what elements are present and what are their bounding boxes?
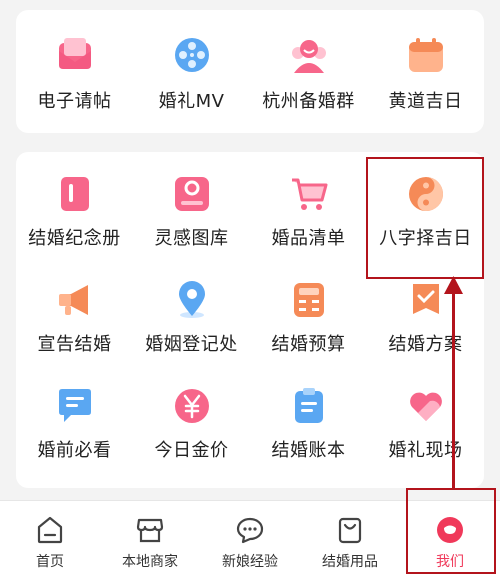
tool-label: 结婚纪念册 xyxy=(28,228,121,249)
nav-wedding-supplies[interactable]: 结婚用品 xyxy=(300,501,400,574)
annotation-arrowhead xyxy=(444,276,463,294)
highlight-box-bazi xyxy=(366,157,484,279)
nav-local-merchants[interactable]: 本地商家 xyxy=(100,501,200,574)
heart-icon xyxy=(406,386,446,426)
shortcut-wedding-mv[interactable]: 婚礼MV xyxy=(133,35,250,125)
calculator-icon xyxy=(289,280,329,320)
nav-home[interactable]: 首页 xyxy=(0,501,100,574)
ribbon-badge-icon xyxy=(406,280,446,320)
tool-label: 婚姻登记处 xyxy=(145,334,238,355)
clipboard-icon xyxy=(289,386,329,426)
calendar-icon xyxy=(406,35,446,75)
tool-label: 婚品清单 xyxy=(271,228,346,249)
shortcut-label: 婚礼MV xyxy=(158,91,225,112)
tool-gold-price-today[interactable]: 今日金价 xyxy=(133,386,250,474)
tool-wedding-ledger[interactable]: 结婚账本 xyxy=(250,386,367,474)
tool-inspiration-gallery[interactable]: 灵感图库 xyxy=(133,174,250,262)
envelope-icon xyxy=(55,35,95,75)
highlight-box-us-tab xyxy=(406,488,496,574)
tool-wedding-budget[interactable]: 结婚预算 xyxy=(250,280,367,368)
home-icon xyxy=(35,515,65,545)
group-chat-icon xyxy=(289,35,329,75)
tool-wedding-items-list[interactable]: 婚品清单 xyxy=(250,174,367,262)
shortcut-label: 杭州备婚群 xyxy=(262,91,355,112)
nav-label: 新娘经验 xyxy=(222,554,278,570)
shortcut-card: 电子请帖 婚礼MV 杭州备婚群 黄道吉日 xyxy=(16,10,484,133)
gallery-icon xyxy=(172,174,212,214)
tool-marriage-registry[interactable]: 婚姻登记处 xyxy=(133,280,250,368)
tool-label: 灵感图库 xyxy=(154,228,229,249)
tool-pre-wedding-must-read[interactable]: 婚前必看 xyxy=(16,386,133,474)
nav-label: 结婚用品 xyxy=(322,554,378,570)
tool-label: 结婚账本 xyxy=(271,440,346,461)
megaphone-icon xyxy=(55,280,95,320)
shortcut-label: 黄道吉日 xyxy=(388,91,463,112)
annotation-arrow-line xyxy=(452,290,455,488)
tool-label: 婚前必看 xyxy=(37,440,112,461)
shortcut-label: 电子请帖 xyxy=(37,91,112,112)
tool-wedding-scene[interactable]: 婚礼现场 xyxy=(367,386,484,474)
album-icon xyxy=(55,174,95,214)
shopping-bag-icon xyxy=(335,515,365,545)
yuan-coin-icon xyxy=(172,386,212,426)
tool-wedding-plan[interactable]: 结婚方案 xyxy=(367,280,484,368)
tool-label: 宣告结婚 xyxy=(37,334,112,355)
store-icon xyxy=(135,515,165,545)
tool-anniversary-album[interactable]: 结婚纪念册 xyxy=(16,174,133,262)
shortcut-lucky-day[interactable]: 黄道吉日 xyxy=(367,35,484,125)
chat-bubble-icon xyxy=(235,515,265,545)
shortcut-hangzhou-group[interactable]: 杭州备婚群 xyxy=(250,35,367,125)
nav-label: 首页 xyxy=(36,554,64,570)
tool-label: 结婚预算 xyxy=(271,334,346,355)
film-reel-icon xyxy=(172,35,212,75)
tool-announce-marriage[interactable]: 宣告结婚 xyxy=(16,280,133,368)
nav-label: 本地商家 xyxy=(122,554,178,570)
message-icon xyxy=(55,386,95,426)
tool-label: 今日金价 xyxy=(154,440,229,461)
location-pin-icon xyxy=(172,280,212,320)
shopping-cart-icon xyxy=(289,174,329,214)
shortcut-e-invitation[interactable]: 电子请帖 xyxy=(16,35,133,125)
nav-bride-experience[interactable]: 新娘经验 xyxy=(200,501,300,574)
